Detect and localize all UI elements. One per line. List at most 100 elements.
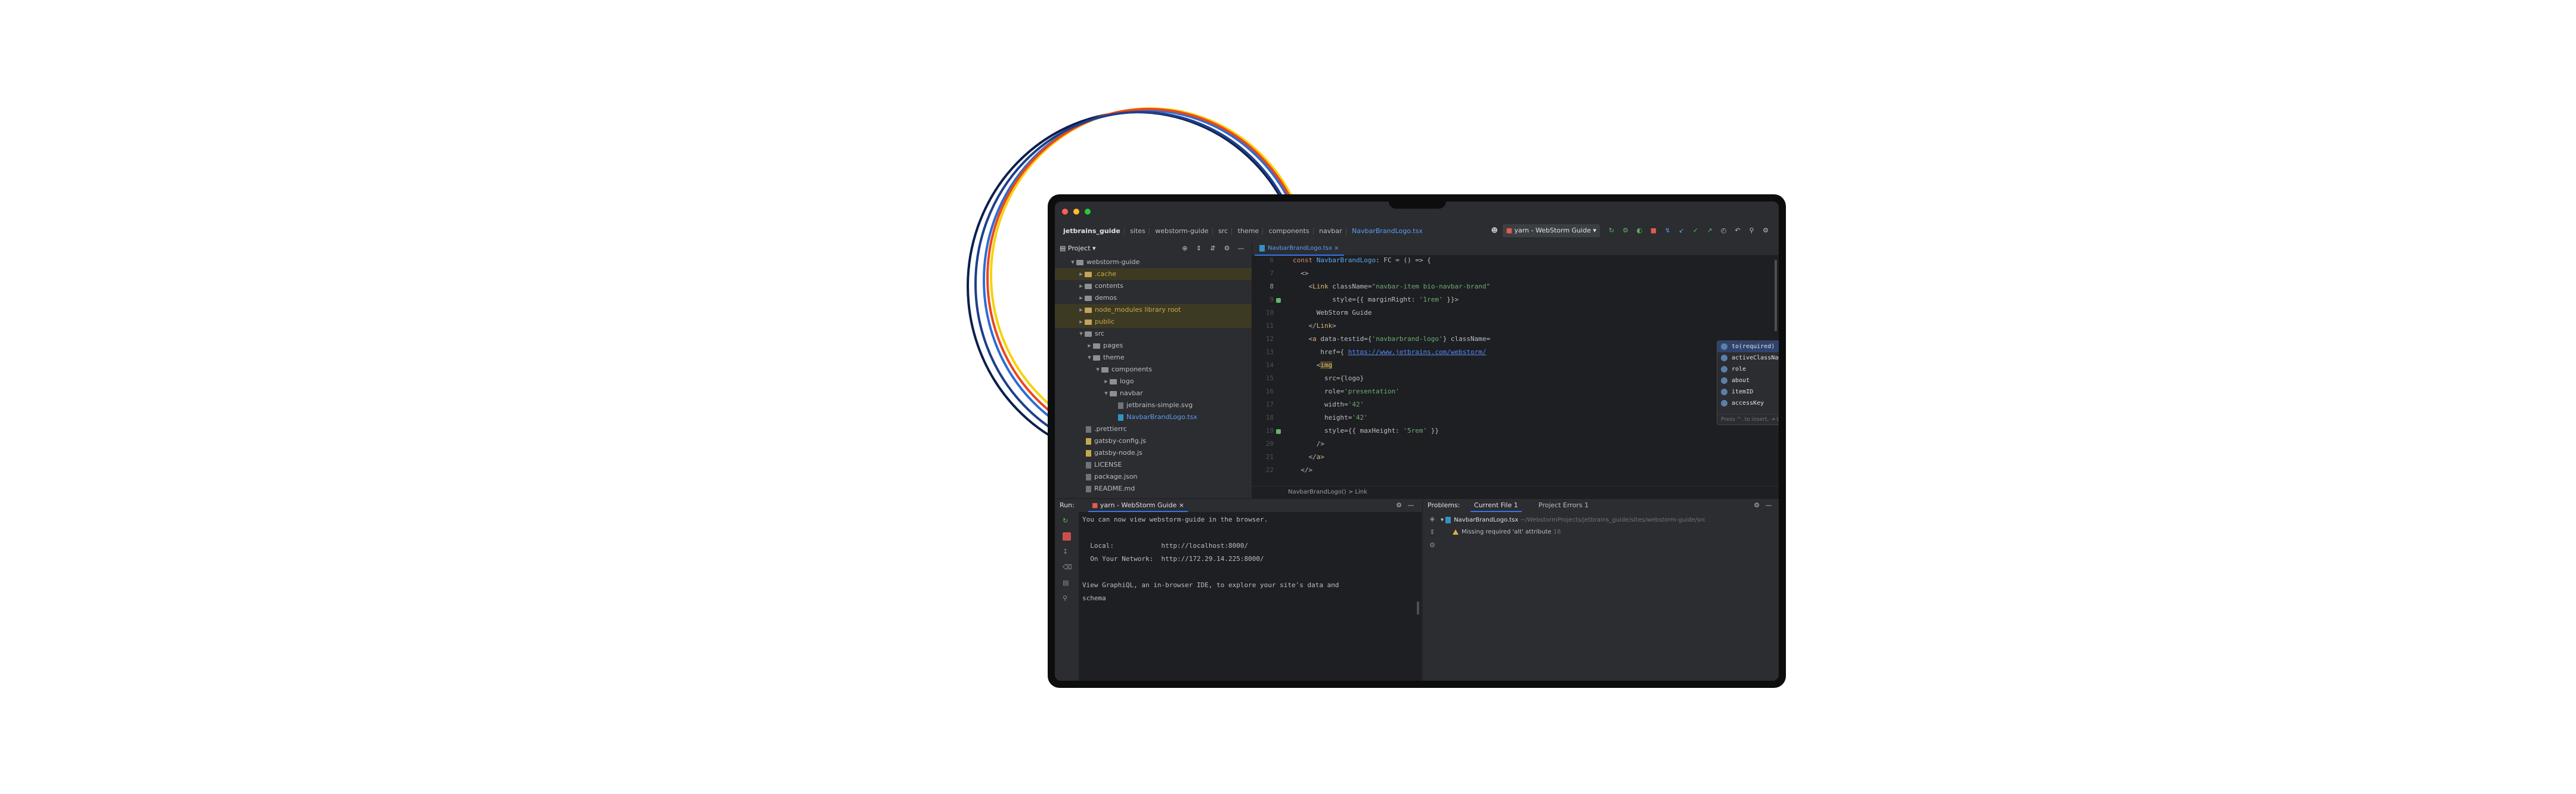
problems-actions: ⚙ —	[1751, 499, 1775, 512]
tree-item-file[interactable]: LICENSE	[1055, 459, 1252, 471]
hide-icon[interactable]: —	[1407, 501, 1415, 510]
layout-icon[interactable]: ▤	[1063, 579, 1071, 587]
run-configuration-selector[interactable]: ■ yarn - WebStorm Guide ▾	[1502, 224, 1600, 237]
completion-item-selected[interactable]: to(required)string	[1717, 341, 1779, 352]
minimize-window-button[interactable]	[1073, 209, 1080, 215]
tree-item-file[interactable]: .prettierrc	[1055, 423, 1252, 435]
stop-icon[interactable]: ■	[1649, 227, 1658, 235]
tree-item-folder[interactable]: ▸ node_modules library root	[1055, 304, 1252, 316]
breadcrumb-item[interactable]: components	[1269, 227, 1309, 235]
tree-item-folder[interactable]: ▸ logo	[1055, 376, 1252, 387]
rerun-icon[interactable]: ↻	[1063, 517, 1071, 525]
run-toolbar: ↻ ↧ ⌫ ▤ ⚲	[1055, 512, 1079, 681]
rollback-icon[interactable]: ↶	[1733, 227, 1742, 235]
tree-item-file[interactable]: gatsby-node.js	[1055, 447, 1252, 459]
history-icon[interactable]: ◴	[1720, 227, 1728, 235]
scroll-to-end-icon[interactable]: ↧	[1063, 548, 1071, 556]
breadcrumb-item-current-file[interactable]: NavbarBrandLogo.tsx	[1352, 227, 1423, 235]
tree-item-folder[interactable]: ▾ theme	[1055, 352, 1252, 364]
problem-file-row[interactable]: ▾ NavbarBrandLogo.tsx ~/WebstormProjects…	[1441, 514, 1775, 526]
run-console[interactable]: You can now view webstorm-guide in the b…	[1079, 512, 1422, 681]
commit-icon[interactable]: ✓	[1692, 227, 1700, 235]
close-window-button[interactable]	[1062, 209, 1068, 215]
breadcrumb-item[interactable]: src	[1218, 227, 1228, 235]
debug-icon[interactable]: ⚙	[1621, 227, 1630, 235]
tree-item-folder[interactable]: ▾ webstorm-guide	[1055, 256, 1252, 268]
filter-icon[interactable]: ◈	[1428, 515, 1436, 523]
gutter-change-marker	[1276, 298, 1281, 303]
coverage-icon[interactable]: ◐	[1636, 227, 1644, 235]
git-icon[interactable]: ↯	[1664, 227, 1672, 235]
tree-item-folder[interactable]: ▾ navbar	[1055, 387, 1252, 399]
pin-icon[interactable]: ⚲	[1063, 594, 1071, 603]
tree-item-folder[interactable]: ▸ demos	[1055, 292, 1252, 304]
breadcrumb-item[interactable]: webstorm-guide	[1155, 227, 1208, 235]
completion-item[interactable]: accessKeystring	[1717, 398, 1779, 409]
push-icon[interactable]: ↗	[1705, 227, 1714, 235]
json-file-icon	[1086, 473, 1091, 480]
run-tab[interactable]: ■ yarn - WebStorm Guide ×	[1088, 499, 1188, 512]
main-toolbar: ☻ ■ yarn - WebStorm Guide ▾ ↻ ⚙ ◐ ■ ↯ ↙ …	[1488, 224, 1772, 237]
expand-icon[interactable]: ⇕	[1428, 528, 1436, 536]
tsx-file-icon	[1118, 414, 1123, 421]
hide-icon[interactable]: —	[1764, 501, 1773, 510]
tree-item-folder[interactable]: ▾ components	[1055, 364, 1252, 376]
stop-icon[interactable]	[1063, 532, 1071, 541]
settings-icon[interactable]: ⚙	[1428, 541, 1436, 550]
code-editor[interactable]: NavbarBrandLogo.tsx × 6 7 8 9 10 11 12 1…	[1252, 242, 1779, 498]
user-icon[interactable]: ☻	[1490, 227, 1498, 235]
breadcrumb-item[interactable]: sites	[1130, 227, 1145, 235]
project-view-selector[interactable]: ▤ Project ▾	[1060, 242, 1096, 255]
tab-current-file[interactable]: Current File 1	[1470, 499, 1522, 512]
camera-notch	[1389, 194, 1446, 209]
ide-window: jetbrains_guide sites webstorm-guide src…	[1055, 201, 1779, 681]
update-icon[interactable]: ↙	[1677, 227, 1686, 235]
tree-item-file[interactable]: jetbrains-simple.svg	[1055, 399, 1252, 411]
tree-item-file[interactable]: README.md	[1055, 483, 1252, 495]
tree-item-folder[interactable]: ▸ pages	[1055, 340, 1252, 352]
search-icon[interactable]: ⚲	[1748, 227, 1756, 235]
gear-icon[interactable]: ⚙	[1761, 227, 1770, 235]
trash-icon[interactable]: ⌫	[1063, 563, 1072, 572]
breadcrumb-item[interactable]: navbar	[1319, 227, 1342, 235]
locate-icon[interactable]: ⊕	[1181, 244, 1189, 253]
tree-item-folder[interactable]: ▾ src	[1055, 328, 1252, 340]
gear-icon[interactable]: ⚙	[1223, 244, 1231, 253]
tab-project-errors[interactable]: Project Errors 1	[1535, 499, 1592, 511]
folder-icon	[1093, 355, 1100, 361]
editor-tab-active[interactable]: NavbarBrandLogo.tsx ×	[1255, 242, 1344, 256]
rerun-icon[interactable]: ↻	[1608, 227, 1616, 235]
tree-item-folder[interactable]: ▸ .cache	[1055, 268, 1252, 280]
editor-breadcrumb-text[interactable]: NavbarBrandLogo() > Link	[1288, 489, 1367, 495]
property-icon	[1721, 400, 1727, 407]
collapse-all-icon[interactable]: ⇵	[1209, 244, 1217, 253]
code-line: src={logo}	[1293, 374, 1364, 382]
completion-item[interactable]: aboutstring	[1717, 375, 1779, 386]
tree-item-folder[interactable]: ▸ contents	[1055, 280, 1252, 292]
completion-item[interactable]: itemIDstring	[1717, 386, 1779, 398]
code-line: role='presentation'	[1293, 387, 1400, 395]
code-line: <Link className="navbar-item bio-navbar-…	[1293, 283, 1491, 290]
tree-item-file-selected[interactable]: NavbarBrandLogo.tsx	[1055, 411, 1252, 423]
problem-row[interactable]: Missing required 'alt' attribute 18	[1441, 526, 1775, 538]
editor-scrollbar[interactable]	[1775, 260, 1777, 331]
expand-all-icon[interactable]: ⇕	[1195, 244, 1203, 253]
breadcrumb-item[interactable]: jetbrains_guide	[1063, 227, 1120, 235]
run-panel-header: Run: ■ yarn - WebStorm Guide × ⚙ —	[1055, 499, 1422, 512]
gear-icon[interactable]: ⚙	[1395, 501, 1403, 510]
gear-icon[interactable]: ⚙	[1753, 501, 1761, 510]
tree-item-folder[interactable]: ▸ public	[1055, 316, 1252, 328]
tree-item-file[interactable]: package.json	[1055, 471, 1252, 483]
run-panel-actions: ⚙ —	[1393, 499, 1417, 512]
config-file-icon	[1086, 426, 1091, 433]
hide-icon[interactable]: —	[1237, 244, 1245, 253]
console-line: You can now view webstorm-guide in the b…	[1082, 516, 1268, 523]
line-number: 13	[1265, 348, 1274, 356]
tree-item-file[interactable]: gatsby-config.js	[1055, 435, 1252, 447]
console-scrollbar[interactable]	[1417, 601, 1419, 615]
js-file-icon	[1086, 449, 1091, 457]
breadcrumb-item[interactable]: theme	[1238, 227, 1259, 235]
completion-item[interactable]: rolestring	[1717, 364, 1779, 375]
zoom-window-button[interactable]	[1085, 209, 1091, 215]
completion-item[interactable]: activeClassNamestring	[1717, 352, 1779, 364]
